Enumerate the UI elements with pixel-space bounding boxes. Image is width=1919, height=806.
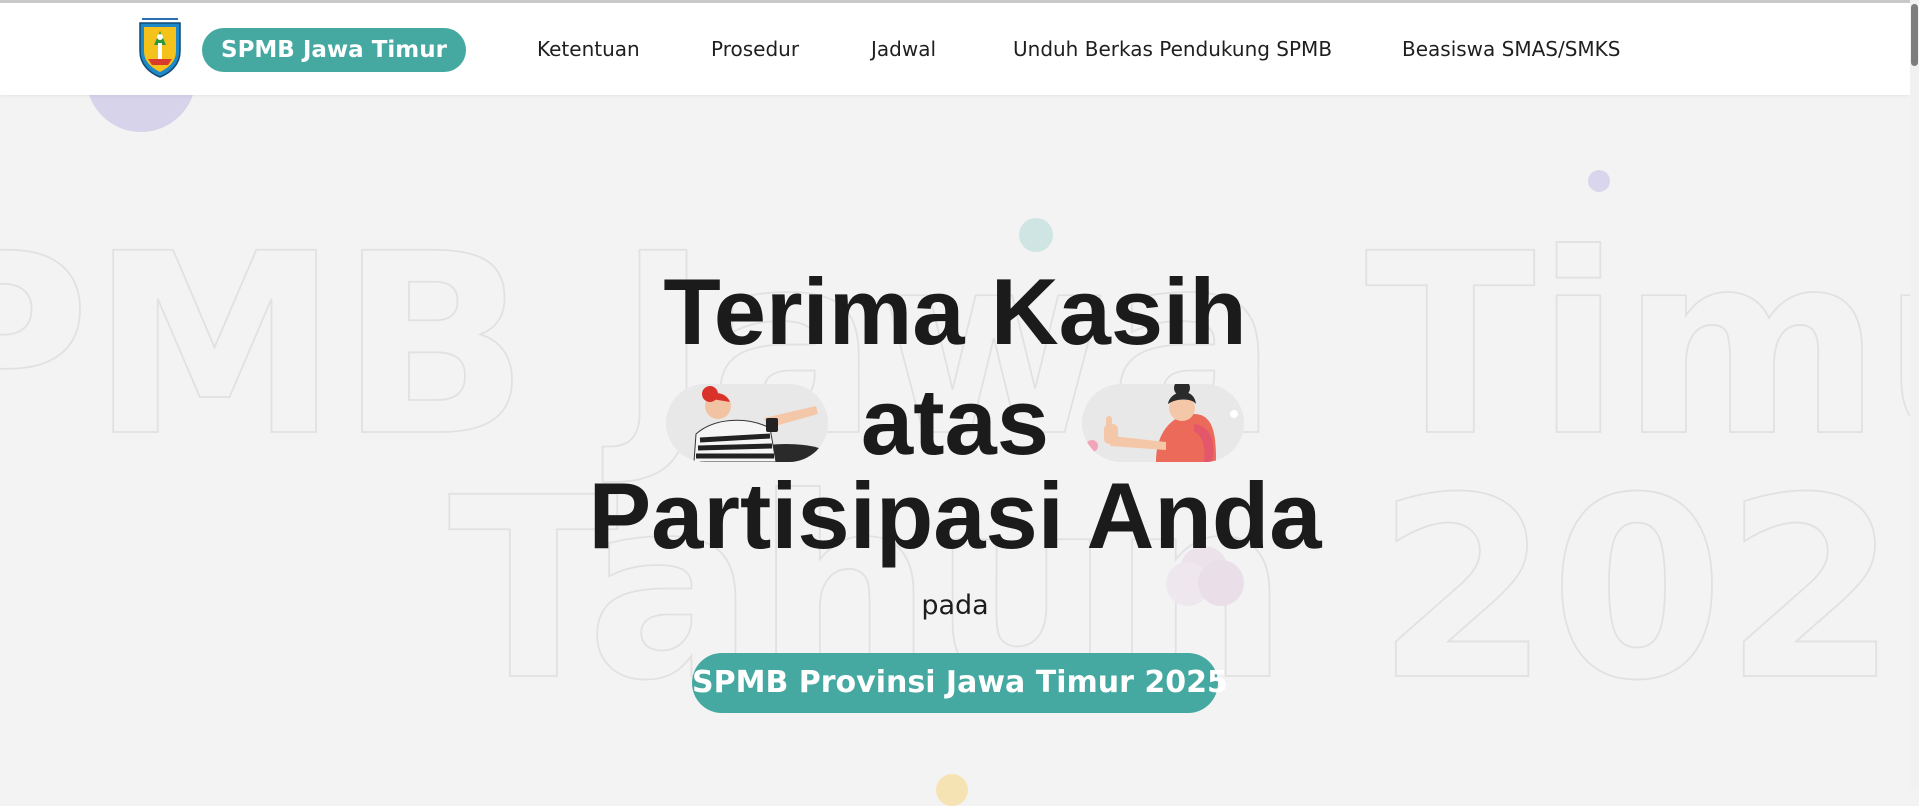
scrollbar-thumb[interactable] [1911,4,1918,66]
page-scrollbar[interactable] [1910,0,1919,788]
top-navbar: SPMB Jawa Timur Ketentuan Prosedur Jadwa… [0,0,1910,95]
east-java-province-crest-icon[interactable] [136,17,184,79]
brand-home-button[interactable]: SPMB Jawa Timur [202,28,466,72]
event-badge: SPMB Provinsi Jawa Timur 2025 [692,653,1228,713]
headline-line1: Terima Kasih [663,259,1247,364]
subtitle-pada: pada [921,590,989,621]
nav-ketentuan[interactable]: Ketentuan [537,37,640,61]
headline-line3: Partisipasi Anda [588,463,1322,568]
hero-section: Terima Kasih atas Partisipasi Anda pada … [0,0,1910,788]
thumbs-up-person-illustration [1082,384,1244,462]
nav-prosedur[interactable]: Prosedur [711,37,799,61]
nav-jadwal[interactable]: Jadwal [871,37,936,61]
headline-line2: atas [860,369,1050,474]
nav-beasiswa[interactable]: Beasiswa SMAS/SMKS [1402,37,1620,61]
nav-unduh-berkas[interactable]: Unduh Berkas Pendukung SPMB [1013,37,1332,61]
